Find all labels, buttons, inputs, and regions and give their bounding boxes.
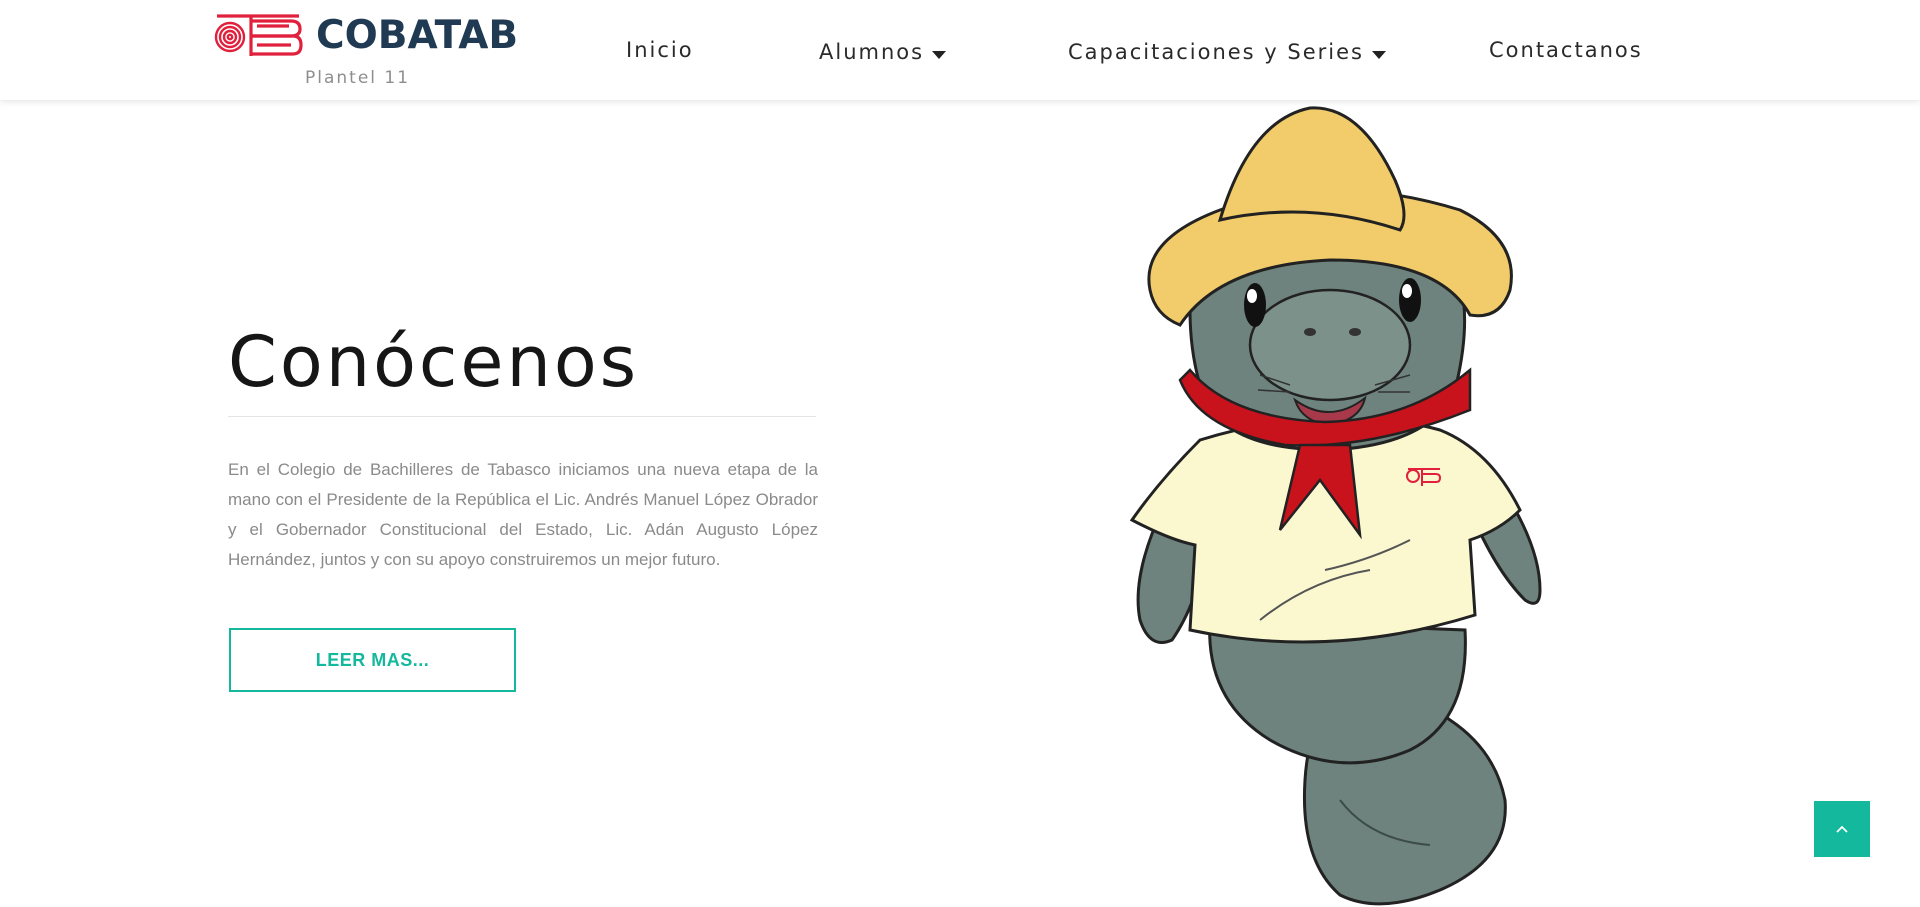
hero-title: Conócenos — [228, 321, 640, 403]
brand-name: COBATAB — [316, 13, 519, 58]
nav-item-capacitaciones[interactable]: Capacitaciones y Series — [1068, 38, 1386, 66]
nav-item-label: Contactanos — [1489, 38, 1643, 62]
site-header: COBATAB Plantel 11 Inicio Alumnos Capaci… — [0, 0, 1920, 100]
nav-item-label: Capacitaciones y Series — [1068, 40, 1364, 64]
nav-item-alumnos[interactable]: Alumnos — [819, 38, 947, 66]
nav-item-label: Inicio — [626, 38, 694, 62]
cobatab-logo-icon — [214, 14, 303, 56]
back-to-top-button[interactable] — [1814, 801, 1870, 857]
caret-down-icon — [932, 51, 947, 59]
nav-item-label: Alumnos — [819, 40, 925, 64]
brand-subtitle: Plantel 11 — [305, 68, 411, 88]
brand-logo-link[interactable]: COBATAB Plantel 11 — [213, 10, 518, 90]
hero-description: En el Colegio de Bachilleres de Tabasco … — [228, 460, 818, 569]
read-more-button[interactable]: LEER MAS... — [229, 628, 516, 692]
chevron-up-icon — [1836, 825, 1848, 833]
manatee-mascot-icon — [1129, 106, 1542, 906]
hero-divider — [228, 416, 816, 417]
caret-down-icon — [1371, 51, 1386, 59]
nav-item-contactanos[interactable]: Contactanos — [1489, 36, 1643, 64]
nav-item-inicio[interactable]: Inicio — [626, 36, 694, 64]
